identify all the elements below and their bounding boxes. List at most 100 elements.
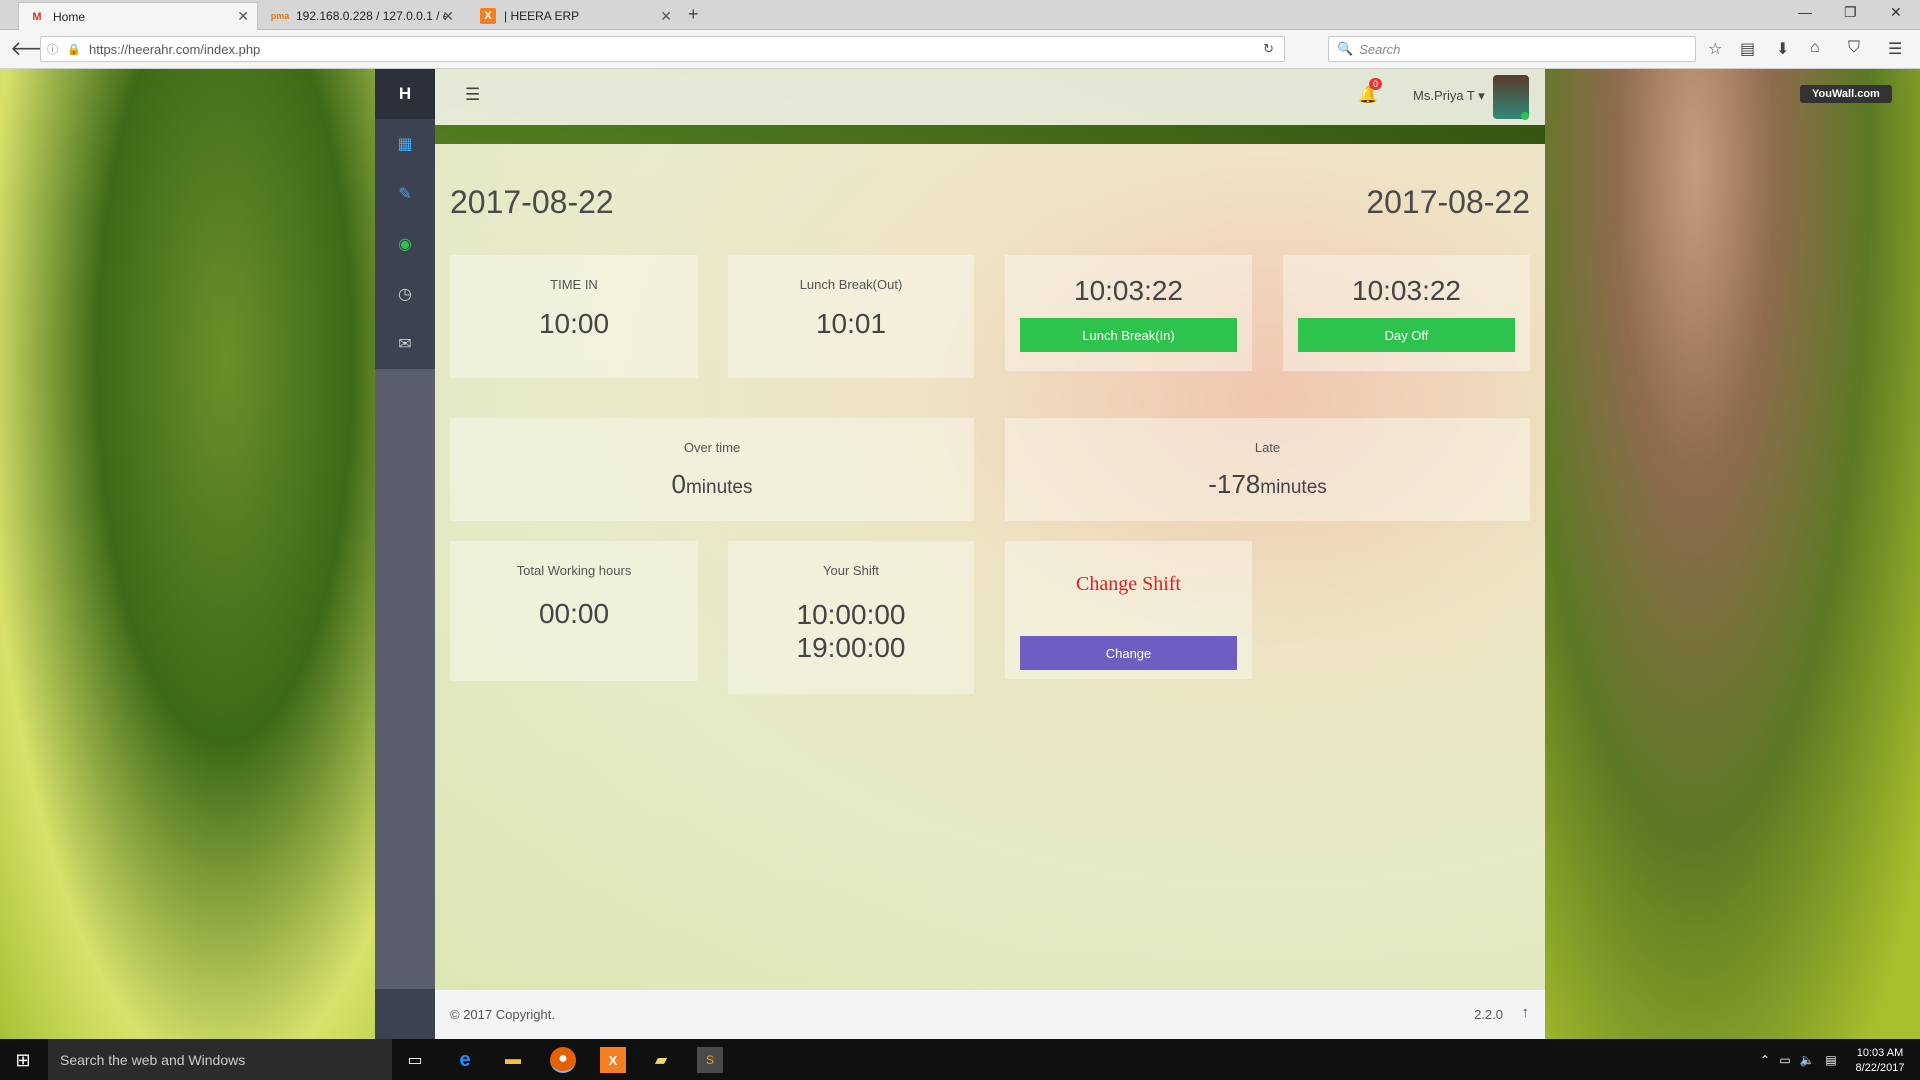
late-unit: minutes xyxy=(1260,477,1327,498)
browser-nav-bar: 🡐 ⓘ 🔒 https://heerahr.com/index.php ↻ 🔍 … xyxy=(0,30,1920,69)
taskbar-search[interactable]: Search the web and Windows xyxy=(48,1039,392,1080)
sidebar-filler xyxy=(375,369,435,989)
tab-heera-erp[interactable]: X | HEERA ERP ✕ xyxy=(470,2,680,30)
time-in-value: 10:00 xyxy=(538,308,610,339)
app-topbar: ☰ 🔔 0 Ms.Priya T ▾ xyxy=(435,69,1545,125)
edge-icon[interactable]: e xyxy=(452,1047,478,1073)
folder-icon[interactable]: ▰ xyxy=(648,1047,674,1073)
sublime-text-icon[interactable]: S xyxy=(697,1047,723,1073)
tab-label: | HEERA ERP xyxy=(504,9,580,23)
desktop-wallpaper-right xyxy=(1545,69,1920,1039)
eye-icon[interactable]: ◉ xyxy=(375,219,435,269)
tab-phpmyadmin[interactable]: pma 192.168.0.228 / 127.0.0.1 / er ✕ xyxy=(262,2,462,30)
overtime-card: Over time 0minutes xyxy=(450,418,974,521)
edit-icon[interactable]: ✎ xyxy=(375,169,435,219)
late-value: -178 xyxy=(1208,469,1261,499)
lunch-out-label: Lunch Break(Out) xyxy=(799,277,903,292)
shift-end: 19:00:00 xyxy=(796,632,906,663)
sidebar: H ▦ ✎ ◉ ◷ ✉ xyxy=(375,69,435,1039)
day-off-card: 10:03:22 xyxy=(1283,255,1530,371)
gmail-icon: M xyxy=(32,10,42,23)
file-explorer-icon[interactable]: ▬ xyxy=(500,1047,526,1073)
youwall-watermark: YouWall.com xyxy=(1800,85,1892,103)
xampp-icon[interactable]: X xyxy=(600,1047,626,1073)
clock-date: 8/22/2017 xyxy=(1855,1062,1905,1074)
lunch-out-card: Lunch Break(Out) 10:01 xyxy=(728,255,974,378)
home-icon[interactable]: ⌂ xyxy=(1810,39,1820,57)
lunch-break-in-button[interactable]: Lunch Break(In) xyxy=(1020,318,1237,352)
day-off-button[interactable]: Day Off xyxy=(1298,318,1515,352)
hamburger-menu-icon[interactable]: ☰ xyxy=(1888,39,1902,59)
overtime-unit: minutes xyxy=(685,477,753,498)
scroll-top-icon[interactable]: ↑ xyxy=(1522,1004,1530,1021)
late-label: Late xyxy=(1254,440,1281,455)
windows-taskbar: ⊞ Search the web and Windows ▭ e ▬ ● X ▰… xyxy=(0,1039,1920,1080)
taskbar-search-text: Search the web and Windows xyxy=(60,1051,246,1068)
volume-icon[interactable]: 🔈 xyxy=(1794,1047,1820,1073)
notification-badge: 0 xyxy=(1369,78,1383,90)
overtime-value: 0 xyxy=(671,469,686,499)
firefox-icon[interactable]: ● xyxy=(550,1047,576,1073)
change-shift-title: Change Shift xyxy=(1076,573,1181,595)
url-bar[interactable]: ⓘ 🔒 https://heerahr.com/index.php ↻ xyxy=(40,36,1285,62)
desktop-wallpaper-left xyxy=(0,69,375,1039)
date-left: 2017-08-22 xyxy=(450,184,614,220)
lunch-out-value: 10:01 xyxy=(815,308,887,339)
pocket-icon[interactable]: ⛉ xyxy=(1848,39,1860,57)
dashboard-grid-icon[interactable]: ▦ xyxy=(375,119,435,169)
change-shift-button[interactable]: Change xyxy=(1020,636,1237,670)
search-placeholder: Search xyxy=(1359,41,1401,57)
main-content: 2017-08-22 2017-08-22 TIME IN 10:00 Lunc… xyxy=(435,144,1545,989)
browser-tab-bar: M Home ✕ pma 192.168.0.228 / 127.0.0.1 /… xyxy=(0,0,1920,30)
working-hours-value: 00:00 xyxy=(538,598,610,629)
shift-label: Your Shift xyxy=(823,563,879,578)
close-tab-icon[interactable]: ✕ xyxy=(442,8,454,25)
copyright-text: © 2017 Copyright. xyxy=(450,1007,555,1022)
tab-home[interactable]: M Home ✕ xyxy=(18,2,258,30)
brand-logo[interactable]: H xyxy=(375,69,435,119)
xampp-icon: X xyxy=(480,8,496,24)
reading-list-icon[interactable]: ▤ xyxy=(1740,39,1755,59)
app-footer: © 2017 Copyright. 2.2.0 ↑ xyxy=(435,989,1545,1039)
user-name: Ms.Priya T xyxy=(1413,88,1475,103)
working-hours-card: Total Working hours 00:00 xyxy=(450,541,698,681)
windows-start-icon[interactable]: ⊞ xyxy=(10,1047,36,1073)
shift-start: 10:00:00 xyxy=(796,599,906,630)
minimize-icon[interactable]: — xyxy=(1798,4,1812,20)
search-icon: 🔍 xyxy=(1337,41,1354,56)
time-in-label: TIME IN xyxy=(550,277,598,292)
clock-icon[interactable]: ◷ xyxy=(375,269,435,319)
mail-icon[interactable]: ✉ xyxy=(375,319,435,369)
close-tab-icon[interactable]: ✕ xyxy=(237,8,249,25)
version-text: 2.2.0 xyxy=(1474,1007,1503,1022)
overtime-label: Over time xyxy=(683,440,741,455)
download-icon[interactable]: ⬇ xyxy=(1776,39,1789,59)
user-menu[interactable]: Ms.Priya T ▾ xyxy=(1413,88,1485,104)
taskbar-clock[interactable]: 10:03 AM 8/22/2017 xyxy=(1845,1047,1915,1074)
day-off-time: 10:03:22 xyxy=(1352,275,1461,306)
time-in-card: TIME IN 10:00 xyxy=(450,255,698,378)
menu-toggle-icon[interactable]: ☰ xyxy=(465,85,480,105)
new-tab-icon[interactable]: + xyxy=(688,4,699,25)
task-view-icon[interactable]: ▭ xyxy=(402,1047,428,1073)
date-right: 2017-08-22 xyxy=(1366,184,1530,220)
clock-time: 10:03 AM xyxy=(1856,1047,1904,1059)
browser-search-input[interactable]: 🔍 Search xyxy=(1328,36,1696,62)
tab-label: Home xyxy=(53,9,86,24)
late-card: Late -178minutes xyxy=(1005,418,1530,521)
shift-card: Your Shift 10:00:00 19:00:00 xyxy=(728,541,974,694)
bookmark-star-icon[interactable]: ☆ xyxy=(1708,39,1722,59)
info-icon: ⓘ xyxy=(47,44,58,56)
working-hours-label: Total Working hours xyxy=(516,563,632,578)
maximize-icon[interactable]: ❐ xyxy=(1844,4,1857,21)
reload-icon[interactable]: ↻ xyxy=(1263,41,1274,57)
online-status-dot xyxy=(1521,112,1529,120)
lunch-in-time: 10:03:22 xyxy=(1074,275,1183,306)
action-center-icon[interactable]: ▤ xyxy=(1818,1047,1844,1073)
lock-icon: 🔒 xyxy=(67,43,81,56)
close-window-icon[interactable]: ✕ xyxy=(1890,4,1902,21)
close-tab-icon[interactable]: ✕ xyxy=(660,8,672,25)
lunch-in-card: 10:03:22 xyxy=(1005,255,1252,371)
tab-label: 192.168.0.228 / 127.0.0.1 / er xyxy=(296,9,446,23)
url-text: https://heerahr.com/index.php xyxy=(89,41,261,57)
